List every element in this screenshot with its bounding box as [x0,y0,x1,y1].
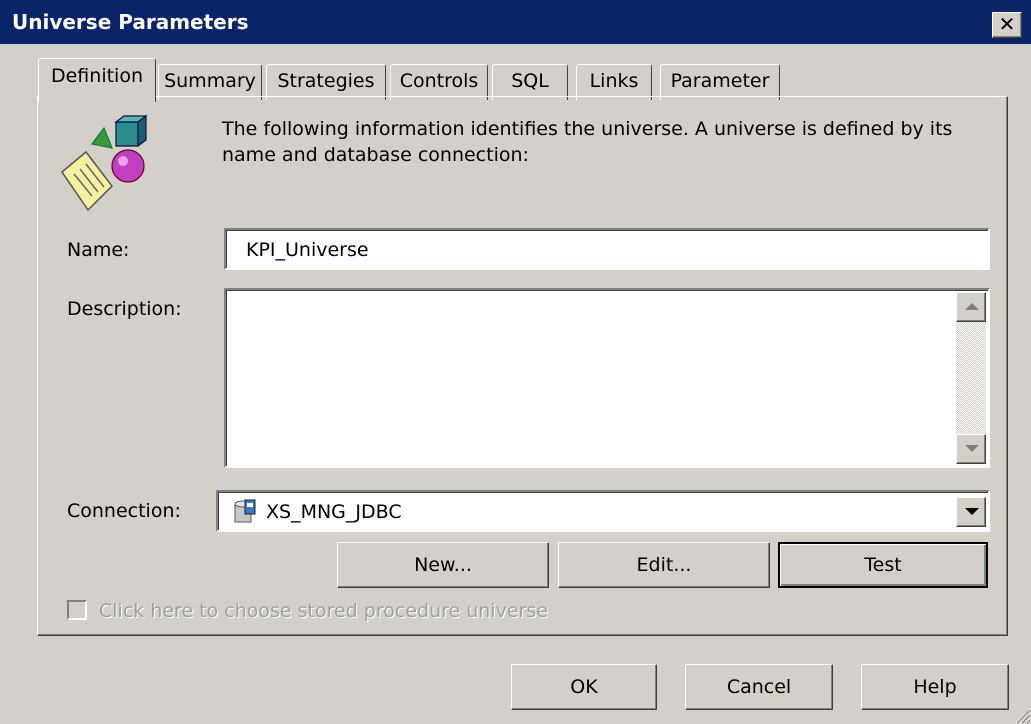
connection-label: Connection: [67,500,181,522]
tab-label: Controls [399,70,479,92]
scroll-down-button[interactable] [956,434,986,464]
stored-procedure-checkbox[interactable] [67,600,87,620]
ok-button-label: OK [570,676,598,698]
connection-dropdown-button[interactable] [956,497,986,527]
connection-select[interactable]: XS_MNG_JDBC [216,490,990,532]
stored-procedure-label: Click here to choose stored procedure un… [99,600,548,622]
chevron-down-icon [965,508,979,515]
description-label: Description: [67,298,182,320]
tab-links[interactable]: Links [576,64,652,100]
test-connection-button[interactable]: Test [778,542,988,588]
ok-button[interactable]: OK [511,664,657,710]
cancel-button[interactable]: Cancel [685,664,833,710]
intro-text-line-1: The following information identifies the… [222,118,953,140]
universe-icon [60,114,148,212]
name-value: KPI_Universe [246,239,369,261]
description-field[interactable] [224,288,990,468]
cancel-button-label: Cancel [726,676,792,698]
window-title: Universe Parameters [12,10,249,34]
edit-connection-button[interactable]: Edit... [558,542,770,588]
close-button[interactable]: ✕ [992,12,1022,38]
tab-label: SQL [511,70,549,92]
new-button-label: New... [414,554,472,576]
tab-label: Strategies [277,70,375,92]
name-label: Name: [67,239,130,261]
tab-label: Summary [164,70,256,92]
arrow-down-icon [965,445,979,452]
scroll-up-button[interactable] [956,292,986,322]
tab-label: Definition [50,65,143,87]
help-button-label: Help [913,676,957,698]
tab-parameter[interactable]: Parameter [660,64,780,100]
edit-button-label: Edit... [636,554,692,576]
new-connection-button[interactable]: New... [337,542,549,588]
resize-grip-icon[interactable] [1013,706,1031,724]
connection-value: XS_MNG_JDBC [266,501,402,523]
intro-text-line-2: name and database connection: [222,144,529,166]
tab-sql[interactable]: SQL [492,64,568,100]
tab-summary[interactable]: Summary [158,64,262,100]
arrow-up-icon [965,303,979,310]
tab-definition[interactable]: Definition [38,58,156,102]
tab-controls[interactable]: Controls [390,64,488,100]
close-icon: ✕ [998,12,1016,36]
name-field[interactable]: KPI_Universe [224,228,990,270]
database-connection-icon [234,499,256,523]
tab-strategies[interactable]: Strategies [266,64,386,100]
tab-label: Parameter [670,70,770,92]
help-button[interactable]: Help [861,664,1009,710]
test-button-label: Test [864,554,902,576]
title-bar: Universe Parameters ✕ [0,0,1031,44]
description-scrollbar[interactable] [956,292,986,464]
tab-label: Links [589,70,639,92]
